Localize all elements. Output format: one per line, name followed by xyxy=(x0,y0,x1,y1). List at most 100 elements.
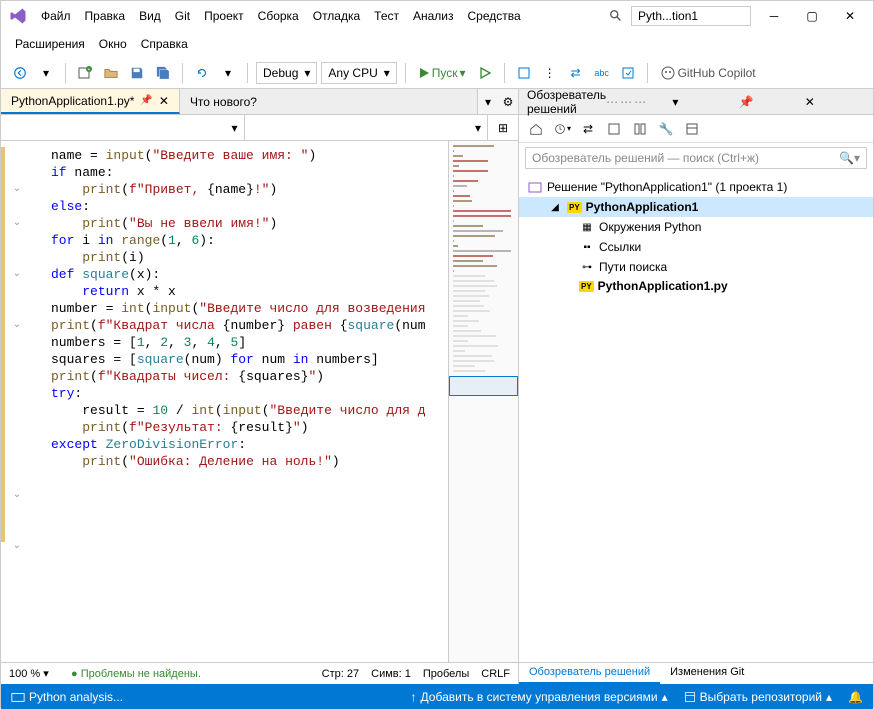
menu-edit[interactable]: Правка xyxy=(79,5,132,27)
nav-bar: ▾ ▾ ⊞ xyxy=(1,115,518,141)
solution-icon xyxy=(527,179,543,195)
run-button[interactable]: Пуск▾ xyxy=(414,62,470,84)
paths-icon: ⊶ xyxy=(579,259,595,275)
tree-file[interactable]: PYPythonApplication1.py xyxy=(519,277,873,295)
tb-icon-4[interactable]: abc xyxy=(591,62,613,84)
se-tab-explorer[interactable]: Обозреватель решений xyxy=(519,663,660,684)
close-tab-icon[interactable]: ✕ xyxy=(159,94,169,108)
main-toolbar: ▾ + ▾ Debug▾ Any CPU▾ Пуск▾ ⋮ ⇄ abc GitH… xyxy=(1,57,873,89)
refs-icon: ▪▪ xyxy=(579,239,595,255)
nav-fwd-button[interactable]: ▾ xyxy=(35,62,57,84)
se-dropdown-icon[interactable]: ▾ xyxy=(672,95,732,109)
se-close-icon[interactable]: ✕ xyxy=(805,95,865,109)
main-area: PythonApplication1.py*📌✕ Что нового? ▾ ⚙… xyxy=(1,89,873,684)
zoom-combo[interactable]: 100 % ▾ xyxy=(9,667,59,680)
nav-combo-2[interactable]: ▾ xyxy=(245,115,489,140)
split-icon[interactable]: ⊞ xyxy=(488,115,518,140)
pin-icon[interactable]: 📌 xyxy=(140,95,152,106)
caret-col[interactable]: Симв: 1 xyxy=(371,668,411,680)
minimap-viewport[interactable] xyxy=(449,376,518,396)
whitespace-mode[interactable]: Пробелы xyxy=(423,668,469,680)
se-showall-icon[interactable] xyxy=(629,118,651,140)
run-noDebug-button[interactable] xyxy=(474,62,496,84)
env-icon: ▦ xyxy=(579,219,595,235)
expand-icon[interactable]: ◢ xyxy=(547,199,563,215)
se-tab-git[interactable]: Изменения Git xyxy=(660,663,754,684)
menu-git[interactable]: Git xyxy=(169,5,196,27)
se-collapse-icon[interactable] xyxy=(603,118,625,140)
main-menu-row2: Расширения Окно Справка xyxy=(1,31,873,57)
tb-icon-5[interactable] xyxy=(617,62,639,84)
caret-line[interactable]: Стр: 27 xyxy=(322,668,359,680)
se-preview-icon[interactable] xyxy=(681,118,703,140)
tree-solution[interactable]: Решение "PythonApplication1" (1 проекта … xyxy=(519,177,873,197)
menu-help[interactable]: Справка xyxy=(135,33,194,55)
title-bar: Файл Правка Вид Git Проект Сборка Отладк… xyxy=(1,1,873,31)
new-item-button[interactable]: + xyxy=(74,62,96,84)
nav-combo-1[interactable]: ▾ xyxy=(1,115,245,140)
menu-debug[interactable]: Отладка xyxy=(307,5,366,27)
python-project-icon: PY xyxy=(567,202,582,213)
menu-analyze[interactable]: Анализ xyxy=(407,5,460,27)
menu-view[interactable]: Вид xyxy=(133,5,167,27)
tab-dropdown-icon[interactable]: ▾ xyxy=(478,89,498,114)
se-tree: Решение "PythonApplication1" (1 проекта … xyxy=(519,173,873,662)
menu-window[interactable]: Окно xyxy=(93,33,133,55)
solution-explorer: Обозреватель решений ⋯⋯⋯ ▾ 📌 ✕ ▾ ⇄ 🔧 Обо… xyxy=(519,89,873,684)
tree-references[interactable]: ▪▪Ссылки xyxy=(519,237,873,257)
se-header: Обозреватель решений ⋯⋯⋯ ▾ 📌 ✕ xyxy=(519,89,873,115)
se-toolbar: ▾ ⇄ 🔧 xyxy=(519,115,873,143)
redo-button[interactable]: ▾ xyxy=(217,62,239,84)
se-sync-icon[interactable]: ⇄ xyxy=(577,118,599,140)
tree-search-paths[interactable]: ⊶Пути поиска xyxy=(519,257,873,277)
se-title: Обозреватель решений xyxy=(527,88,606,116)
tree-environments[interactable]: ▦Окружения Python xyxy=(519,217,873,237)
tb-icon-3[interactable]: ⇄ xyxy=(565,62,587,84)
se-search-input[interactable]: Обозреватель решений — поиск (Ctrl+ж)🔍▾ xyxy=(525,147,867,169)
se-pin-icon[interactable]: 📌 xyxy=(739,95,799,109)
save-button[interactable] xyxy=(126,62,148,84)
problems-status[interactable]: ● Проблемы не найдены. xyxy=(71,668,201,680)
open-button[interactable] xyxy=(100,62,122,84)
undo-button[interactable] xyxy=(191,62,213,84)
change-indicator xyxy=(1,147,5,542)
vs-logo-icon xyxy=(9,7,27,25)
minimap[interactable] xyxy=(448,141,518,662)
title-search[interactable]: Pyth...tion1 xyxy=(631,6,751,26)
editor-pane: PythonApplication1.py*📌✕ Что нового? ▾ ⚙… xyxy=(1,89,519,684)
se-props-icon[interactable]: 🔧 xyxy=(655,118,677,140)
tb-icon-2[interactable]: ⋮ xyxy=(539,62,561,84)
menu-test[interactable]: Тест xyxy=(368,5,405,27)
status-bell-icon[interactable]: 🔔 xyxy=(848,690,863,704)
python-file-icon: PY xyxy=(579,281,594,292)
save-all-button[interactable] xyxy=(152,62,174,84)
platform-combo[interactable]: Any CPU▾ xyxy=(321,62,396,84)
copilot-button[interactable]: GitHub Copilot xyxy=(656,62,760,84)
editor-body: name = input("Введите ваше имя: ")if nam… xyxy=(1,141,518,662)
status-output[interactable]: Python analysis... xyxy=(11,690,123,704)
menu-file[interactable]: Файл xyxy=(35,5,77,27)
maximize-button[interactable]: ▢ xyxy=(797,6,827,26)
se-history-icon[interactable]: ▾ xyxy=(551,118,573,140)
line-ending[interactable]: CRLF xyxy=(481,668,510,680)
code-editor[interactable]: name = input("Введите ваше имя: ")if nam… xyxy=(1,141,448,662)
status-bar: Python analysis... ↑ Добавить в систему … xyxy=(1,684,873,709)
minimize-button[interactable]: ─ xyxy=(759,6,789,26)
editor-status-bar: 100 % ▾ ● Проблемы не найдены. Стр: 27 С… xyxy=(1,662,518,684)
tree-project[interactable]: ◢PYPythonApplication1 xyxy=(519,197,873,217)
se-home-icon[interactable] xyxy=(525,118,547,140)
tb-icon-1[interactable] xyxy=(513,62,535,84)
menu-build[interactable]: Сборка xyxy=(252,5,305,27)
status-add-vcs[interactable]: ↑ Добавить в систему управления версиями… xyxy=(411,690,668,704)
nav-back-button[interactable] xyxy=(9,62,31,84)
status-select-repo[interactable]: Выбрать репозиторий ▴ xyxy=(684,690,832,704)
config-combo[interactable]: Debug▾ xyxy=(256,62,317,84)
tab-settings-icon[interactable]: ⚙ xyxy=(498,89,518,114)
tab-whats-new[interactable]: Что нового? xyxy=(180,89,478,114)
tab-python-file[interactable]: PythonApplication1.py*📌✕ xyxy=(1,89,180,114)
search-icon[interactable] xyxy=(609,9,623,23)
menu-project[interactable]: Проект xyxy=(198,5,250,27)
close-button[interactable]: ✕ xyxy=(835,6,865,26)
menu-extensions[interactable]: Расширения xyxy=(9,33,91,55)
menu-tools[interactable]: Средства xyxy=(462,5,527,27)
